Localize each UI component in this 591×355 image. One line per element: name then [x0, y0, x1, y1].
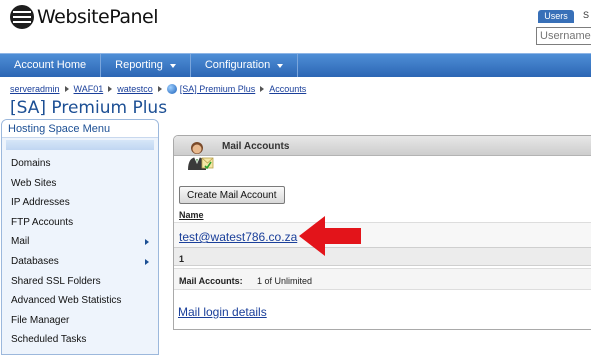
sidebar-item-label: Databases: [11, 255, 59, 267]
nav-configuration[interactable]: Configuration: [191, 54, 299, 77]
mail-accounts-count-value: 1 of Unlimited: [257, 276, 313, 286]
menu-list: Domains Web Sites IP Addresses FTP Accou…: [2, 154, 158, 350]
breadcrumb-separator-icon: [260, 86, 265, 92]
sidebar-item-shared-ssl-folders[interactable]: Shared SSL Folders: [2, 272, 158, 292]
breadcrumb-separator-icon: [157, 86, 162, 92]
mail-account-link[interactable]: test@watest786.co.za: [179, 230, 297, 244]
hosting-space-menu: Hosting Space Menu Domains Web Sites IP …: [1, 119, 159, 355]
top-nav: Account Home Reporting Configuration: [0, 53, 591, 77]
logo-text: WebsitePanel: [37, 6, 159, 28]
nav-reporting[interactable]: Reporting: [101, 54, 191, 77]
sidebar-item-scheduled-tasks[interactable]: Scheduled Tasks: [2, 330, 158, 350]
hosting-space-menu-title: Hosting Space Menu: [2, 120, 158, 138]
space-globe-icon: [166, 84, 177, 94]
sidebar-item-label: Web Sites: [11, 177, 57, 189]
globe-logo-icon: [10, 5, 34, 29]
header: WebsitePanel Users S: [0, 0, 591, 52]
sidebar-item-label: Scheduled Tasks: [11, 334, 87, 346]
sidebar-item-label: FTP Accounts: [11, 216, 74, 228]
sidebar-item-label: File Manager: [11, 314, 70, 326]
sidebar-item-databases[interactable]: Databases: [2, 252, 158, 272]
panel-title: Mail Accounts: [222, 141, 290, 152]
breadcrumb-waf01[interactable]: WAF01: [74, 84, 104, 94]
sidebar-item-ip-addresses[interactable]: IP Addresses: [2, 193, 158, 213]
mail-accounts-count-label: Mail Accounts:: [179, 276, 243, 286]
sidebar-item-label: Advanced Web Statistics: [11, 295, 122, 307]
sidebar-item-label: Shared SSL Folders: [11, 275, 101, 287]
sidebar-item-label: Domains: [11, 158, 51, 169]
red-arrow-icon: [299, 216, 361, 256]
sidebar-item-mail[interactable]: Mail: [2, 232, 158, 252]
logo[interactable]: WebsitePanel: [10, 5, 159, 29]
users-tab[interactable]: Users: [538, 10, 574, 23]
nav-configuration-label: Configuration: [204, 59, 271, 71]
mail-login-details-link[interactable]: Mail login details: [178, 305, 267, 319]
sidebar-item-advanced-web-statistics[interactable]: Advanced Web Statistics: [2, 291, 158, 311]
chevron-right-icon: [145, 239, 149, 246]
sidebar-item-ftp-accounts[interactable]: FTP Accounts: [2, 213, 158, 233]
mail-accounts-panel: Mail Accounts Create Mail Account Name t…: [173, 135, 591, 330]
chevron-down-icon: [277, 63, 284, 68]
create-mail-account-button[interactable]: Create Mail Account: [179, 186, 285, 204]
pager-row: [174, 247, 591, 266]
sidebar-item-domains[interactable]: Domains: [2, 154, 158, 174]
breadcrumb-separator-icon: [64, 86, 69, 92]
sidebar-item-web-sites[interactable]: Web Sites: [2, 174, 158, 194]
breadcrumb: serveradmin WAF01 watestco [SA] Premium …: [10, 84, 306, 94]
sidebar-item-label: IP Addresses: [11, 197, 70, 209]
breadcrumb-space[interactable]: [SA] Premium Plus: [180, 84, 256, 94]
sidebar-item-label: Mail: [11, 236, 30, 248]
breadcrumb-accounts[interactable]: Accounts: [269, 84, 306, 94]
breadcrumb-serveradmin[interactable]: serveradmin: [10, 84, 60, 94]
chevron-down-icon: [169, 63, 176, 68]
mail-user-icon: [188, 142, 214, 170]
nav-reporting-label: Reporting: [115, 59, 163, 71]
page-number[interactable]: 1: [179, 254, 184, 264]
next-tab-label[interactable]: S: [583, 10, 589, 20]
nav-account-home[interactable]: Account Home: [0, 54, 102, 77]
column-header-name[interactable]: Name: [179, 210, 204, 220]
page-title: [SA] Premium Plus: [10, 98, 168, 118]
username-search-input[interactable]: [536, 27, 591, 45]
menu-divider-bar: [6, 140, 154, 150]
breadcrumb-separator-icon: [108, 86, 113, 92]
chevron-right-icon: [145, 258, 149, 265]
sidebar-item-file-manager[interactable]: File Manager: [2, 311, 158, 331]
nav-account-home-label: Account Home: [14, 59, 87, 71]
breadcrumb-watestco[interactable]: watestco: [117, 84, 153, 94]
